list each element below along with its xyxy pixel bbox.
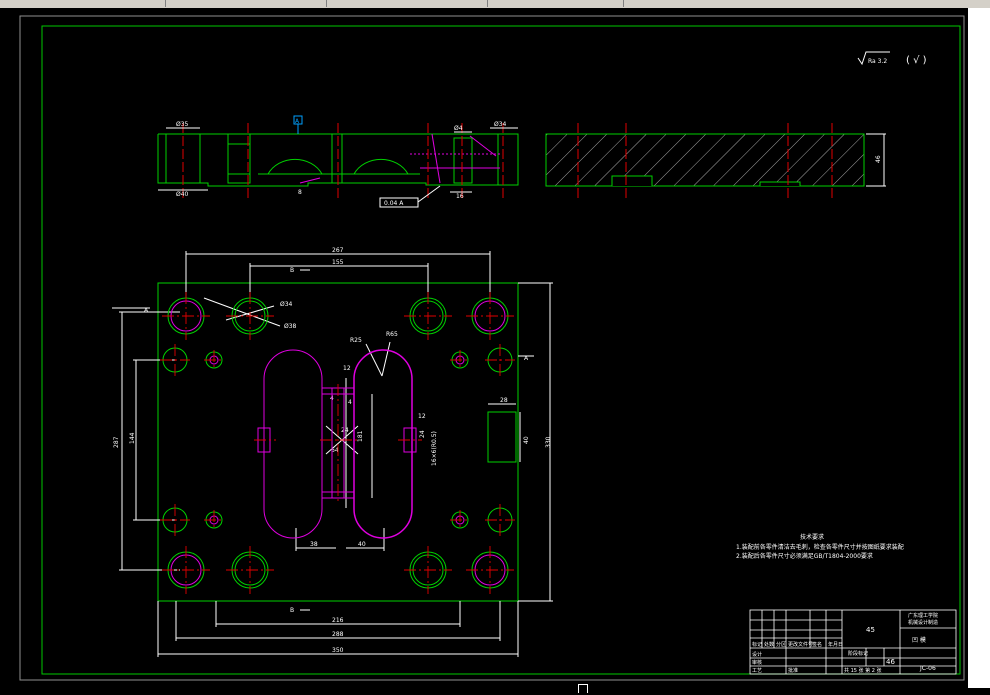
svg-text:R25: R25 bbox=[350, 337, 362, 344]
svg-text:签名: 签名 bbox=[812, 641, 822, 648]
svg-text:181: 181 bbox=[357, 430, 364, 442]
svg-text:处数: 处数 bbox=[764, 641, 774, 648]
svg-text:更改文件号: 更改文件号 bbox=[788, 641, 813, 648]
svg-text:设计: 设计 bbox=[752, 651, 762, 658]
svg-text:Ø34: Ø34 bbox=[280, 301, 293, 308]
outer-frame bbox=[19, 15, 965, 681]
svg-text:年月日: 年月日 bbox=[828, 641, 843, 648]
svg-text:12: 12 bbox=[418, 413, 426, 420]
slot-left bbox=[263, 349, 323, 539]
svg-text:16×6(R0.5): 16×6(R0.5) bbox=[431, 431, 438, 466]
svg-text:46: 46 bbox=[886, 658, 895, 666]
svg-text:38: 38 bbox=[310, 541, 318, 548]
hatched-view: 46 bbox=[545, 123, 886, 198]
svg-text:Ø35: Ø35 bbox=[176, 121, 189, 128]
status-bar bbox=[0, 688, 990, 695]
svg-text:工艺: 工艺 bbox=[752, 668, 762, 674]
svg-text:216: 216 bbox=[332, 617, 344, 624]
svg-text:阶段标记: 阶段标记 bbox=[848, 650, 868, 657]
svg-text:45: 45 bbox=[866, 626, 875, 634]
svg-text:40: 40 bbox=[523, 436, 530, 444]
svg-text:Ø4: Ø4 bbox=[454, 125, 463, 132]
tab-4[interactable] bbox=[488, 0, 624, 7]
svg-text:共 15 张 第 2 张: 共 15 张 第 2 张 bbox=[844, 667, 882, 674]
technical-notes: 技术要求 1.装配前各零件清洁去毛刺，检查各零件尺寸并按图纸要求装配 2.装配后… bbox=[736, 533, 904, 560]
svg-text:144: 144 bbox=[129, 432, 136, 444]
slot-right bbox=[353, 349, 413, 539]
svg-text:审核: 审核 bbox=[752, 659, 762, 666]
svg-text:28: 28 bbox=[500, 397, 508, 404]
svg-text:1.装配前各零件清洁去毛刺，检查各零件尺寸并按图纸要求装配: 1.装配前各零件清洁去毛刺，检查各零件尺寸并按图纸要求装配 bbox=[736, 543, 904, 551]
svg-text:R65: R65 bbox=[386, 331, 398, 338]
svg-text:267: 267 bbox=[332, 247, 344, 254]
vertical-scrollbar[interactable] bbox=[967, 8, 990, 688]
svg-text:288: 288 bbox=[332, 631, 344, 638]
section-view: Ø35 Ø40 Ø4 Ø34 16 8 0.04 A A bbox=[157, 115, 519, 208]
svg-text:技术要求: 技术要求 bbox=[800, 533, 824, 541]
svg-text:2.装配后各零件尺寸必须满足GB/T1804-2000要求: 2.装配后各零件尺寸必须满足GB/T1804-2000要求 bbox=[736, 552, 873, 560]
svg-text:287: 287 bbox=[113, 436, 120, 448]
svg-text:Ø34: Ø34 bbox=[494, 121, 507, 128]
roughness-symbol: Ra 3.2 ( √ ) bbox=[857, 51, 927, 66]
rect-cutout bbox=[487, 411, 517, 463]
svg-text:广东理工学院: 广东理工学院 bbox=[908, 612, 938, 619]
svg-text:Ø38: Ø38 bbox=[284, 323, 297, 330]
svg-text:24: 24 bbox=[341, 427, 349, 434]
svg-text:B: B bbox=[290, 607, 294, 614]
svg-text:( √ ): ( √ ) bbox=[906, 55, 927, 66]
svg-text:机械设计制造: 机械设计制造 bbox=[908, 619, 938, 626]
svg-text:标记: 标记 bbox=[752, 641, 762, 648]
tab-3[interactable] bbox=[327, 0, 488, 7]
svg-text:Ø40: Ø40 bbox=[176, 191, 189, 198]
svg-text:12: 12 bbox=[343, 365, 351, 372]
svg-text:凹 模: 凹 模 bbox=[912, 636, 926, 644]
svg-text:16: 16 bbox=[456, 193, 464, 200]
svg-text:4: 4 bbox=[348, 399, 352, 406]
svg-text:46: 46 bbox=[875, 155, 882, 163]
drawing-canvas[interactable]: Ra 3.2 ( √ ) Ø35 Ø40 Ø4 Ø34 16 8 0.04 A … bbox=[0, 8, 968, 688]
svg-text:155: 155 bbox=[332, 259, 344, 266]
ucs-icon bbox=[578, 684, 588, 693]
svg-text:Ra 3.2: Ra 3.2 bbox=[868, 58, 887, 65]
svg-text:24: 24 bbox=[419, 430, 426, 438]
svg-text:分区: 分区 bbox=[776, 641, 786, 648]
tab-5[interactable] bbox=[624, 0, 990, 7]
svg-text:JC-06: JC-06 bbox=[919, 665, 936, 672]
svg-text:批准: 批准 bbox=[788, 667, 798, 674]
svg-text:330: 330 bbox=[545, 436, 552, 448]
tab-1[interactable] bbox=[0, 0, 166, 7]
svg-text:0.04 A: 0.04 A bbox=[384, 200, 404, 207]
svg-text:8: 8 bbox=[298, 189, 302, 196]
svg-text:B: B bbox=[290, 267, 294, 274]
tab-2[interactable] bbox=[166, 0, 327, 7]
svg-text:40: 40 bbox=[358, 541, 366, 548]
plan-view: 267 155 B 287 144 A 330 A 216 288 350 B … bbox=[112, 247, 553, 657]
svg-text:350: 350 bbox=[332, 647, 344, 654]
